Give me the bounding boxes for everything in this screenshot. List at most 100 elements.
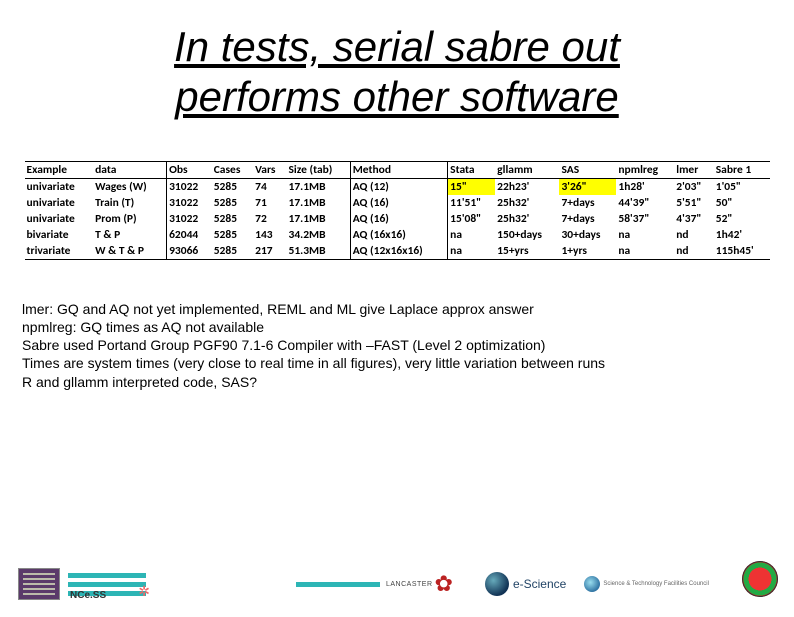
cell: 5285 [212, 243, 253, 260]
stfc-label: Science & Technology Facilities Council [603, 581, 709, 587]
cell: Train (T) [93, 195, 166, 211]
cell: 5285 [212, 178, 253, 195]
table-row: univariate Train (T) 31022 5285 71 17.1M… [25, 195, 770, 211]
stfc-logo: Science & Technology Facilities Council [584, 576, 709, 592]
bar-icon [68, 582, 146, 587]
cell: na [616, 227, 674, 243]
cell: 51.3MB [286, 243, 350, 260]
star-icon: ✲ [138, 583, 150, 600]
cell: 1+yrs [559, 243, 616, 260]
cell: na [448, 243, 496, 260]
col-stata: Stata [448, 161, 496, 178]
cell: 25h32' [495, 195, 559, 211]
table-row: univariate Wages (W) 31022 5285 74 17.1M… [25, 178, 770, 195]
cell: univariate [25, 211, 94, 227]
lancaster-logo: LANCASTER ✿ [386, 571, 455, 597]
cell: bivariate [25, 227, 94, 243]
cell: 30+days [559, 227, 616, 243]
cell-highlight: 15" [448, 178, 496, 195]
cell-highlight: 3'26" [559, 178, 616, 195]
cell: 150+days [495, 227, 559, 243]
cell: 17.1MB [286, 178, 350, 195]
col-size: Size (tab) [286, 161, 350, 178]
table-row: trivariate W & T & P 93066 5285 217 51.3… [25, 243, 770, 260]
col-lmer: lmer [674, 161, 713, 178]
cell: nd [674, 227, 713, 243]
cell: 50" [714, 195, 770, 211]
cell: 2'03" [674, 178, 713, 195]
col-method: Method [350, 161, 447, 178]
col-sabre1: Sabre 1 [714, 161, 770, 178]
cell: 5285 [212, 227, 253, 243]
col-vars: Vars [253, 161, 286, 178]
col-gllamm: gllamm [495, 161, 559, 178]
cell: 93066 [167, 243, 212, 260]
cell: 15'08" [448, 211, 496, 227]
cell: Wages (W) [93, 178, 166, 195]
col-cases: Cases [212, 161, 253, 178]
cell: nd [674, 243, 713, 260]
cell: 115h45' [714, 243, 770, 260]
cell: 34.2MB [286, 227, 350, 243]
cell: 71 [253, 195, 286, 211]
badge-icon [742, 561, 778, 597]
cell: 72 [253, 211, 286, 227]
col-example: Example [25, 161, 94, 178]
cell: AQ (12) [350, 178, 447, 195]
cell: univariate [25, 178, 94, 195]
title-line1: In tests, serial sabre out [174, 23, 620, 70]
cell: 31022 [167, 195, 212, 211]
cell: trivariate [25, 243, 94, 260]
note-line: npmlreg: GQ times as AQ not available [22, 318, 794, 336]
cell: 1h42' [714, 227, 770, 243]
note-line: Sabre used Portand Group PGF90 7.1-6 Com… [22, 336, 794, 354]
cell: AQ (16) [350, 195, 447, 211]
cell: 11'51" [448, 195, 496, 211]
rose-icon: ✿ [435, 571, 453, 597]
slide-title: In tests, serial sabre out performs othe… [0, 22, 794, 123]
cell: 31022 [167, 178, 212, 195]
cell: 25h32' [495, 211, 559, 227]
cell: 58'37" [616, 211, 674, 227]
cell: AQ (16x16) [350, 227, 447, 243]
col-obs: Obs [167, 161, 212, 178]
cell: AQ (16) [350, 211, 447, 227]
cell: 4'37" [674, 211, 713, 227]
cell: Prom (P) [93, 211, 166, 227]
cell: 74 [253, 178, 286, 195]
cell: T & P [93, 227, 166, 243]
cell: 52" [714, 211, 770, 227]
cell: 5285 [212, 195, 253, 211]
comparison-table: Example data Obs Cases Vars Size (tab) M… [25, 161, 770, 260]
ncess-logo: NCe.SS ✲ [68, 571, 146, 598]
col-sas: SAS [559, 161, 616, 178]
lancaster-label: LANCASTER [386, 581, 433, 588]
note-line: Times are system times (very close to re… [22, 354, 794, 372]
cell: univariate [25, 195, 94, 211]
cell: na [448, 227, 496, 243]
cell: 7+days [559, 211, 616, 227]
notes-block: lmer: GQ and AQ not yet implemented, REM… [22, 300, 794, 391]
cell: 217 [253, 243, 286, 260]
cell: 143 [253, 227, 286, 243]
cell: 5285 [212, 211, 253, 227]
bar-icon [68, 573, 146, 578]
cell: 31022 [167, 211, 212, 227]
globe-icon [485, 572, 509, 596]
escience-logo: e-Science [485, 572, 566, 596]
cell: 17.1MB [286, 195, 350, 211]
cell: 22h23' [495, 178, 559, 195]
cell: 1'05" [714, 178, 770, 195]
cell: 5'51" [674, 195, 713, 211]
cell: na [616, 243, 674, 260]
title-line2: performs other software [175, 73, 619, 120]
ncess-label: NCe.SS [70, 590, 106, 601]
escience-label: e-Science [513, 577, 566, 591]
table-header-row: Example data Obs Cases Vars Size (tab) M… [25, 161, 770, 178]
cell: W & T & P [93, 243, 166, 260]
col-data: data [93, 161, 166, 178]
institution-logo-icon [18, 568, 60, 600]
globe-icon [584, 576, 600, 592]
note-line: lmer: GQ and AQ not yet implemented, REM… [22, 300, 794, 318]
cell: 44'39" [616, 195, 674, 211]
